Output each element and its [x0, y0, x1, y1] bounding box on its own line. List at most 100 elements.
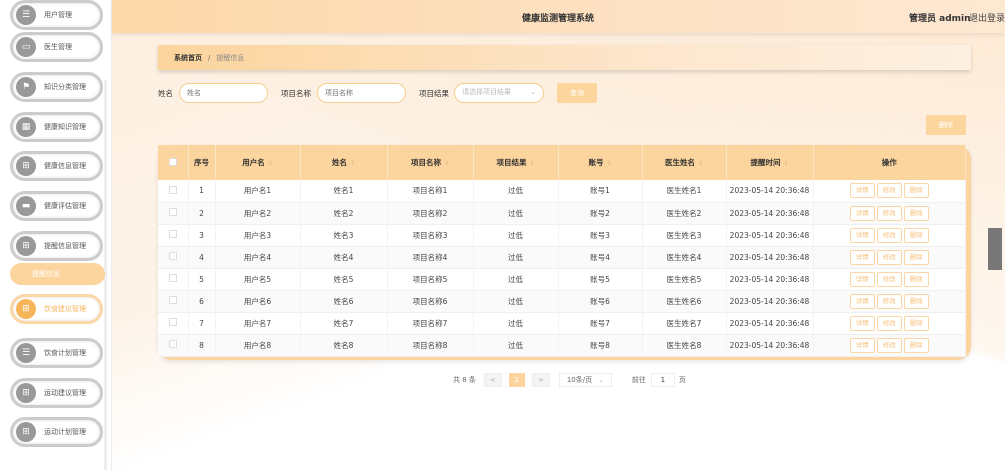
project-result-select[interactable]: 请选择项目结果 ⌄: [454, 83, 544, 103]
next-page-button[interactable]: >: [531, 373, 550, 387]
search-button[interactable]: 查询: [557, 83, 597, 103]
row-checkbox[interactable]: [168, 252, 177, 260]
edit-button[interactable]: 修改: [876, 271, 902, 287]
column-header[interactable]: 提醒时间 ⇕: [726, 145, 814, 180]
table-cell: 账号2: [558, 202, 643, 225]
sidebar-item[interactable]: ⊞ 健康信息管理: [10, 151, 103, 181]
batch-delete-button[interactable]: 删除: [926, 115, 966, 135]
detail-button[interactable]: 详情: [849, 227, 875, 243]
row-checkbox[interactable]: [168, 318, 177, 326]
select-all-checkbox[interactable]: [168, 157, 177, 166]
column-header[interactable]: 用户名 ⇕: [215, 145, 301, 180]
breadcrumb-home[interactable]: 系统首页: [174, 53, 202, 63]
sort-icon[interactable]: ⇕: [444, 160, 449, 167]
sidebar-item[interactable]: ⚑ 知识分类管理: [10, 72, 103, 102]
row-checkbox[interactable]: [168, 340, 177, 348]
sort-icon[interactable]: ⇕: [783, 160, 788, 167]
actions-cell: 详情 修改 删除: [813, 202, 966, 225]
edit-button[interactable]: 修改: [876, 227, 902, 243]
edit-button[interactable]: 修改: [876, 315, 902, 331]
detail-button[interactable]: 详情: [849, 337, 875, 353]
project-result-label: 项目结果: [419, 89, 449, 98]
goto-page-input[interactable]: 1: [650, 373, 675, 387]
delete-button[interactable]: 删除: [903, 227, 929, 243]
sidebar-item[interactable]: ▭ 医生管理: [10, 32, 103, 62]
sort-icon[interactable]: ⇕: [268, 160, 273, 167]
select-all-header[interactable]: [158, 145, 189, 180]
delete-button[interactable]: 删除: [903, 337, 929, 353]
table-cell: 账号7: [558, 312, 643, 335]
row-checkbox[interactable]: [168, 296, 177, 304]
sidebar-item[interactable]: ▦ 健康知识管理: [10, 112, 103, 142]
column-header[interactable]: 医生姓名 ⇕: [642, 145, 727, 180]
detail-button[interactable]: 详情: [849, 249, 875, 265]
page-scrollbar[interactable]: [988, 228, 1002, 270]
detail-button[interactable]: 详情: [849, 315, 875, 331]
page-size-select[interactable]: 10条/页 ⌄: [558, 373, 612, 387]
row-checkbox[interactable]: [168, 274, 177, 282]
row-checkbox[interactable]: [168, 230, 177, 238]
detail-button[interactable]: 详情: [849, 205, 875, 221]
logout-link[interactable]: 退出登录: [969, 11, 1005, 24]
edit-button[interactable]: 修改: [876, 249, 902, 265]
page-1-button[interactable]: 1: [508, 373, 525, 387]
name-input[interactable]: [179, 83, 268, 103]
sidebar-item[interactable]: ⊞ 运动建议管理: [10, 378, 103, 408]
sidebar-item-label: 健康信息管理: [44, 162, 86, 170]
table-cell: 过低: [473, 202, 559, 225]
data-table: 序号 用户名 ⇕ 姓名 ⇕ 项目名称 ⇕ 项目结果 ⇕ 账号 ⇕ 医生姓名 ⇕ 提醒时间 ⇕ 操作 1 用户名1…: [158, 145, 971, 360]
project-name-input[interactable]: [317, 83, 406, 103]
sort-icon[interactable]: ⇕: [350, 160, 355, 167]
table-cell: 账号8: [558, 334, 643, 357]
sidebar-item[interactable]: ⊞ 饮食建议管理: [10, 294, 103, 324]
sidebar-item[interactable]: ☰ 用户管理: [10, 0, 103, 30]
row-checkbox[interactable]: [168, 185, 177, 194]
table-cell: 姓名6: [300, 290, 388, 313]
table-cell: 姓名5: [300, 268, 388, 291]
actions-cell: 详情 修改 删除: [813, 268, 966, 291]
delete-button[interactable]: 删除: [903, 293, 929, 309]
column-header[interactable]: 项目名称 ⇕: [387, 145, 474, 180]
column-header[interactable]: 账号 ⇕: [558, 145, 643, 180]
detail-button[interactable]: 详情: [849, 271, 875, 287]
page-unit-label: 页: [678, 376, 686, 384]
delete-button[interactable]: 删除: [903, 249, 929, 265]
edit-button[interactable]: 修改: [876, 337, 902, 353]
sort-icon[interactable]: ⇕: [698, 160, 703, 167]
table-icon: ▦: [16, 117, 36, 137]
grid-icon: ⊞: [16, 156, 36, 176]
sidebar-item[interactable]: ⊞ 提醒信息管理: [10, 231, 103, 261]
prev-page-button[interactable]: <: [483, 373, 502, 387]
table-cell: 6: [188, 290, 216, 313]
actions-cell: 详情 修改 删除: [813, 334, 966, 357]
app-title: 健康监测管理系统: [522, 14, 595, 24]
sidebar-item[interactable]: ▬ 健康评估管理: [10, 191, 103, 221]
sidebar-item[interactable]: ⊞ 运动计划管理: [10, 417, 103, 447]
table-cell: 账号3: [558, 224, 643, 247]
row-checkbox[interactable]: [168, 208, 177, 216]
edit-button[interactable]: 修改: [876, 183, 902, 199]
column-header-label: 医生姓名: [664, 158, 695, 167]
detail-button[interactable]: 详情: [849, 293, 875, 309]
column-header[interactable]: 姓名 ⇕: [300, 145, 388, 180]
table-cell: 医生姓名8: [642, 334, 727, 357]
submenu-item-reminder[interactable]: 提醒信息: [10, 263, 105, 285]
edit-button[interactable]: 修改: [876, 293, 902, 309]
delete-button[interactable]: 删除: [903, 205, 929, 221]
table-cell: 过低: [473, 312, 559, 335]
detail-button[interactable]: 详情: [849, 183, 875, 199]
sidebar-item[interactable]: ☰ 饮食计划管理: [10, 338, 103, 368]
row-select-cell: [158, 180, 189, 203]
chevron-down-icon: ⌄: [530, 88, 536, 96]
delete-button[interactable]: 删除: [903, 271, 929, 287]
delete-button[interactable]: 删除: [903, 315, 929, 331]
table-cell: 账号5: [558, 268, 643, 291]
column-header-label: 提醒时间: [750, 158, 781, 167]
column-header-label: 项目名称: [410, 158, 441, 167]
sort-icon[interactable]: ⇕: [529, 160, 534, 167]
delete-button[interactable]: 删除: [903, 183, 929, 199]
edit-button[interactable]: 修改: [876, 205, 902, 221]
column-header[interactable]: 项目结果 ⇕: [473, 145, 559, 180]
table-cell: 医生姓名4: [642, 246, 727, 269]
sort-icon[interactable]: ⇕: [606, 160, 611, 167]
